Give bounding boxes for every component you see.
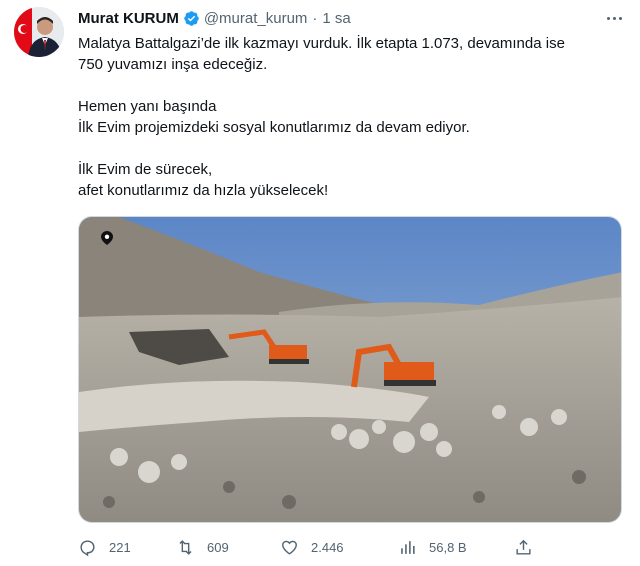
- heart-icon: [282, 540, 297, 555]
- retweet-button[interactable]: 609: [176, 538, 229, 557]
- retweet-icon: [179, 539, 192, 555]
- tweet-header: Murat KURUM @murat_kurum · 1 sa: [78, 8, 624, 28]
- more-options-icon[interactable]: [604, 10, 624, 26]
- reply-icon: [80, 539, 95, 556]
- share-button[interactable]: [514, 538, 545, 557]
- verified-badge-icon: [184, 10, 199, 26]
- location-pin-icon: [101, 231, 113, 245]
- like-button[interactable]: 2.446: [280, 538, 344, 557]
- separator-dot: ·: [312, 9, 318, 27]
- share-icon: [516, 539, 531, 555]
- tweet[interactable]: Murat KURUM @murat_kurum · 1 sa Malatya …: [0, 0, 640, 566]
- tweet-actions: 221 609 2.446 56,8 B: [78, 533, 598, 561]
- reply-count: 221: [109, 539, 131, 555]
- tweet-line: İlk Evim de sürecek,: [78, 161, 213, 178]
- tweet-line: Hemen yanı başında: [78, 98, 217, 115]
- tweet-line: 750 yuvamızı inşa edeceğiz.: [78, 56, 268, 73]
- author-handle[interactable]: @murat_kurum: [204, 10, 308, 27]
- avatar[interactable]: [14, 7, 64, 57]
- views-button[interactable]: 56,8 B: [398, 538, 467, 557]
- construction-site-image: [79, 217, 621, 522]
- retweet-count: 609: [207, 539, 229, 555]
- reply-button[interactable]: 221: [78, 538, 131, 557]
- timestamp[interactable]: 1 sa: [322, 10, 350, 27]
- author-name[interactable]: Murat KURUM: [78, 10, 179, 27]
- tweet-line: afet konutlarımız da hızla yükselecek!: [78, 182, 329, 199]
- tweet-line: Malatya Battalgazi’de ilk kazmayı vurduk…: [78, 35, 565, 52]
- views-chart-icon: [401, 540, 415, 554]
- tweet-photo[interactable]: [78, 216, 622, 523]
- views-count: 56,8 B: [429, 539, 467, 555]
- tweet-line: İlk Evim projemizdeki sosyal konutlarımı…: [78, 119, 470, 136]
- like-count: 2.446: [311, 539, 344, 555]
- tweet-text: Malatya Battalgazi’de ilk kazmayı vurduk…: [78, 33, 618, 201]
